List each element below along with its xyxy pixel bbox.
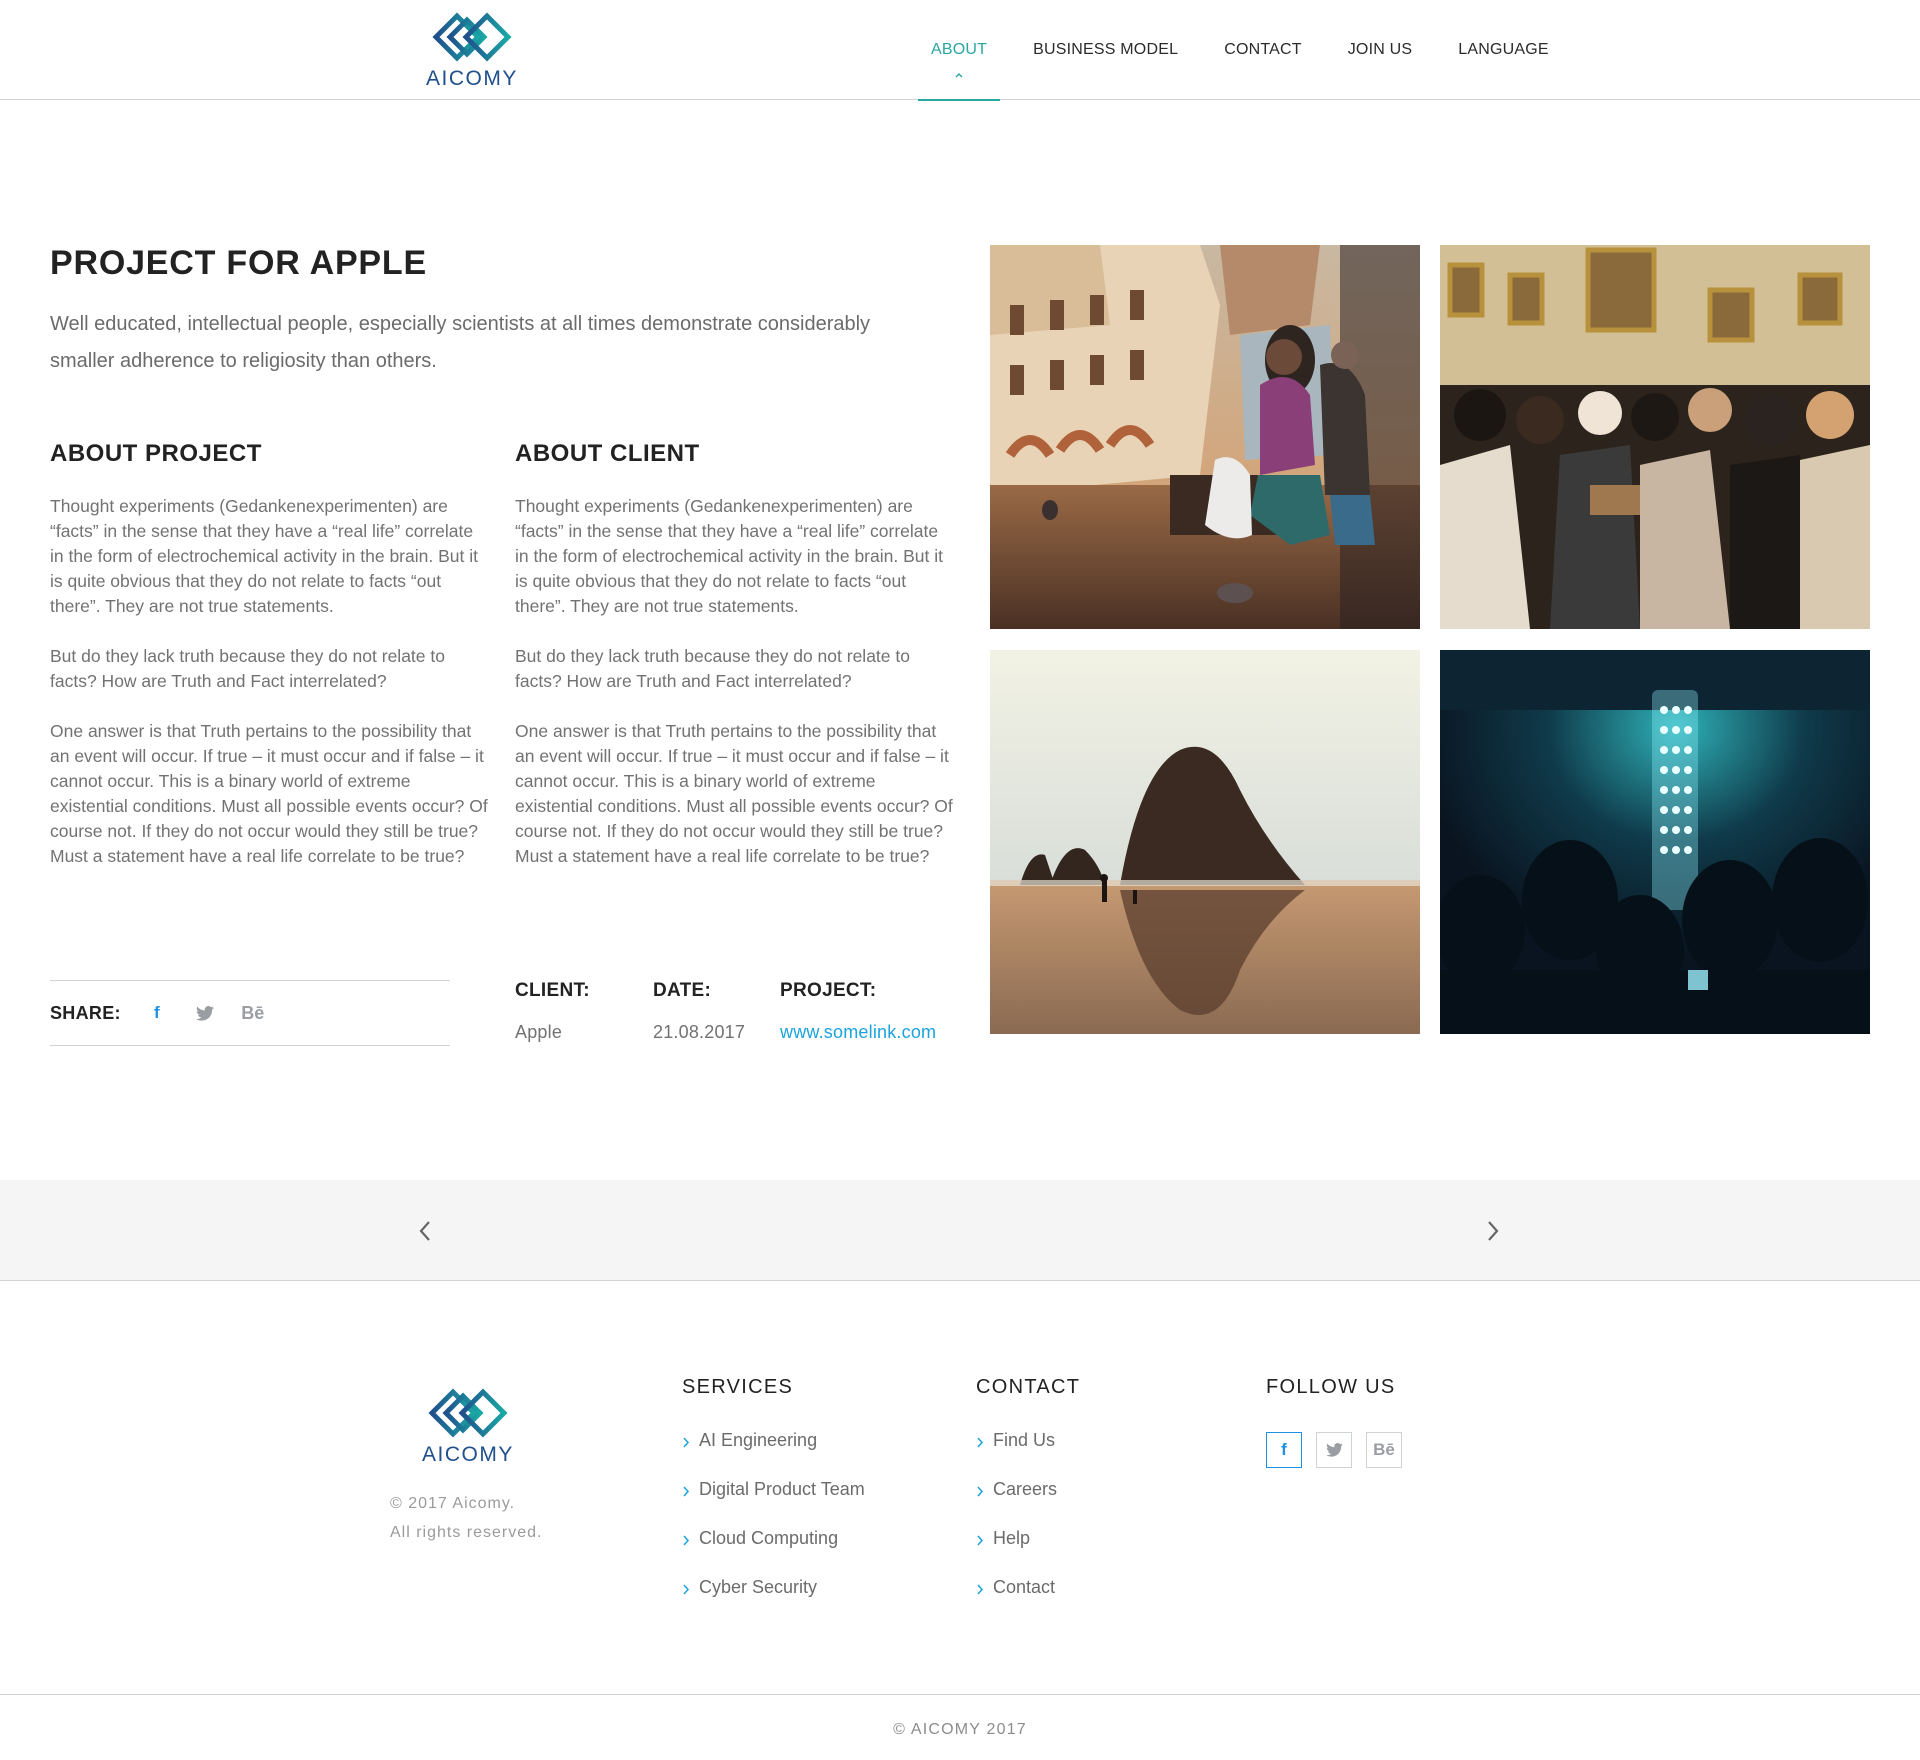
nav-item-label: LANGUAGE: [1458, 41, 1549, 58]
facebook-icon[interactable]: f: [1266, 1432, 1302, 1468]
header-logo[interactable]: AICOMY: [426, 8, 518, 91]
follow-icons: f Bē: [1266, 1432, 1416, 1468]
footer-bottom-bar: © AICOMY 2017: [0, 1694, 1920, 1760]
nav-item-contact[interactable]: CONTACT: [1211, 0, 1315, 100]
footer-link-label: Contact: [993, 1577, 1056, 1597]
footer-link-contact[interactable]: Contact: [976, 1577, 1080, 1626]
aicomy-logo-icon: [432, 12, 512, 62]
chevron-right-icon: [977, 1486, 984, 1497]
paragraph: One answer is that Truth pertains to the…: [515, 721, 953, 866]
chevron-right-icon: [977, 1535, 984, 1546]
services-list: AI Engineering Digital Product Team Clou…: [682, 1430, 865, 1626]
footer-link-label: Digital Product Team: [699, 1479, 865, 1499]
chevron-right-icon: [683, 1584, 690, 1595]
sea-stack-beach-photo[interactable]: [990, 650, 1420, 1034]
project-pager: [0, 1180, 1920, 1281]
site-header: AICOMY ABOUT BUSINESS MODEL CONTACT JOIN…: [0, 0, 1920, 101]
footer-link-label: Cyber Security: [699, 1577, 818, 1597]
footer-link-ai-engineering[interactable]: AI Engineering: [682, 1430, 865, 1479]
meta-date: DATE: 21.08.2017: [653, 980, 745, 1043]
project-title: PROJECT FOR APPLE: [50, 244, 427, 282]
about-project-heading: ABOUT PROJECT: [50, 440, 262, 467]
about-client-heading: ABOUT CLIENT: [515, 440, 700, 467]
footer-link-cloud-computing[interactable]: Cloud Computing: [682, 1528, 865, 1577]
chevron-right-icon: [1488, 1221, 1499, 1241]
about-client-text: Thought experiments (Gedankenexperimente…: [515, 494, 955, 894]
services-heading: SERVICES: [682, 1376, 794, 1398]
contact-heading: CONTACT: [976, 1376, 1081, 1398]
chevron-left-icon: [419, 1221, 430, 1241]
project-lead: Well educated, intellectual people, espe…: [50, 313, 871, 372]
chevron-right-icon: [977, 1584, 984, 1595]
footer-link-label: AI Engineering: [699, 1430, 818, 1450]
chevron-right-icon: [683, 1486, 690, 1497]
museum-crowd-photo[interactable]: [1440, 245, 1870, 629]
copyright-line: © 2017 Aicomy.: [390, 1495, 516, 1512]
chevron-right-icon: [977, 1437, 984, 1448]
next-project-button[interactable]: [1478, 1216, 1508, 1246]
behance-icon[interactable]: Bē: [1366, 1432, 1402, 1468]
client-value: Apple: [515, 1022, 563, 1042]
contact-list: Find Us Careers Help Contact: [976, 1430, 1080, 1626]
nav-item-business-model[interactable]: BUSINESS MODEL: [1020, 0, 1191, 100]
paragraph: Thought experiments (Gedankenexperimente…: [515, 496, 943, 616]
behance-icon[interactable]: Bē: [239, 999, 267, 1027]
town-square-photo[interactable]: [990, 245, 1420, 629]
meta-project: PROJECT: www.somelink.com: [780, 980, 936, 1043]
nav-item-label: BUSINESS MODEL: [1033, 41, 1179, 58]
share-bar: SHARE: f Bē: [50, 980, 450, 1046]
footer-link-label: Careers: [993, 1479, 1058, 1499]
caret-up-icon: [955, 73, 963, 78]
footer-services: SERVICES AI Engineering Digital Product …: [682, 1376, 865, 1626]
twitter-icon[interactable]: [1316, 1432, 1352, 1468]
concert-light-photo[interactable]: [1440, 650, 1870, 1034]
nav-item-language[interactable]: LANGUAGE: [1445, 0, 1562, 100]
footer-link-label: Cloud Computing: [699, 1528, 839, 1548]
meta-client: CLIENT: Apple: [515, 980, 590, 1043]
facebook-icon[interactable]: f: [143, 999, 171, 1027]
main-nav: ABOUT BUSINESS MODEL CONTACT JOIN US LAN…: [918, 0, 1582, 101]
footer-link-digital-product-team[interactable]: Digital Product Team: [682, 1479, 865, 1528]
project-label: PROJECT:: [780, 980, 877, 1001]
footer-follow: FOLLOW US f Bē: [1266, 1376, 1416, 1468]
paragraph: One answer is that Truth pertains to the…: [50, 721, 488, 866]
footer-link-cyber-security[interactable]: Cyber Security: [682, 1577, 865, 1626]
nav-item-join-us[interactable]: JOIN US: [1335, 0, 1426, 100]
nav-item-about[interactable]: ABOUT: [918, 0, 1001, 101]
client-label: CLIENT:: [515, 980, 590, 1001]
bottom-copyright: © AICOMY 2017: [893, 1721, 1027, 1738]
logo-wordmark: AICOMY: [426, 67, 518, 90]
paragraph: Thought experiments (Gedankenexperimente…: [50, 496, 478, 616]
about-project-text: Thought experiments (Gedankenexperimente…: [50, 494, 490, 894]
footer-logo[interactable]: AICOMY: [422, 1384, 514, 1467]
footer-link-find-us[interactable]: Find Us: [976, 1430, 1080, 1479]
footer-link-label: Find Us: [993, 1430, 1056, 1450]
paragraph: But do they lack truth because they do n…: [515, 646, 910, 691]
footer-copyright: © 2017 Aicomy. All rights reserved.: [390, 1489, 543, 1547]
date-value: 21.08.2017: [653, 1022, 746, 1042]
copyright-line: All rights reserved.: [390, 1524, 543, 1541]
nav-item-label: CONTACT: [1224, 41, 1302, 58]
project-link[interactable]: www.somelink.com: [780, 1022, 936, 1043]
previous-project-button[interactable]: [410, 1216, 440, 1246]
logo-wordmark: AICOMY: [422, 1443, 514, 1466]
chevron-right-icon: [683, 1535, 690, 1546]
follow-heading: FOLLOW US: [1266, 1376, 1396, 1398]
footer-link-help[interactable]: Help: [976, 1528, 1080, 1577]
chevron-right-icon: [683, 1437, 690, 1448]
nav-item-label: ABOUT: [931, 41, 988, 58]
aicomy-logo-icon: [428, 1388, 508, 1438]
paragraph: But do they lack truth because they do n…: [50, 646, 445, 691]
footer-link-label: Help: [993, 1528, 1031, 1548]
share-label: SHARE:: [50, 1002, 121, 1023]
footer-contact: CONTACT Find Us Careers Help Contact: [976, 1376, 1080, 1626]
nav-item-label: JOIN US: [1347, 41, 1413, 58]
footer-link-careers[interactable]: Careers: [976, 1479, 1080, 1528]
twitter-icon[interactable]: [191, 999, 219, 1027]
date-label: DATE:: [653, 980, 712, 1001]
